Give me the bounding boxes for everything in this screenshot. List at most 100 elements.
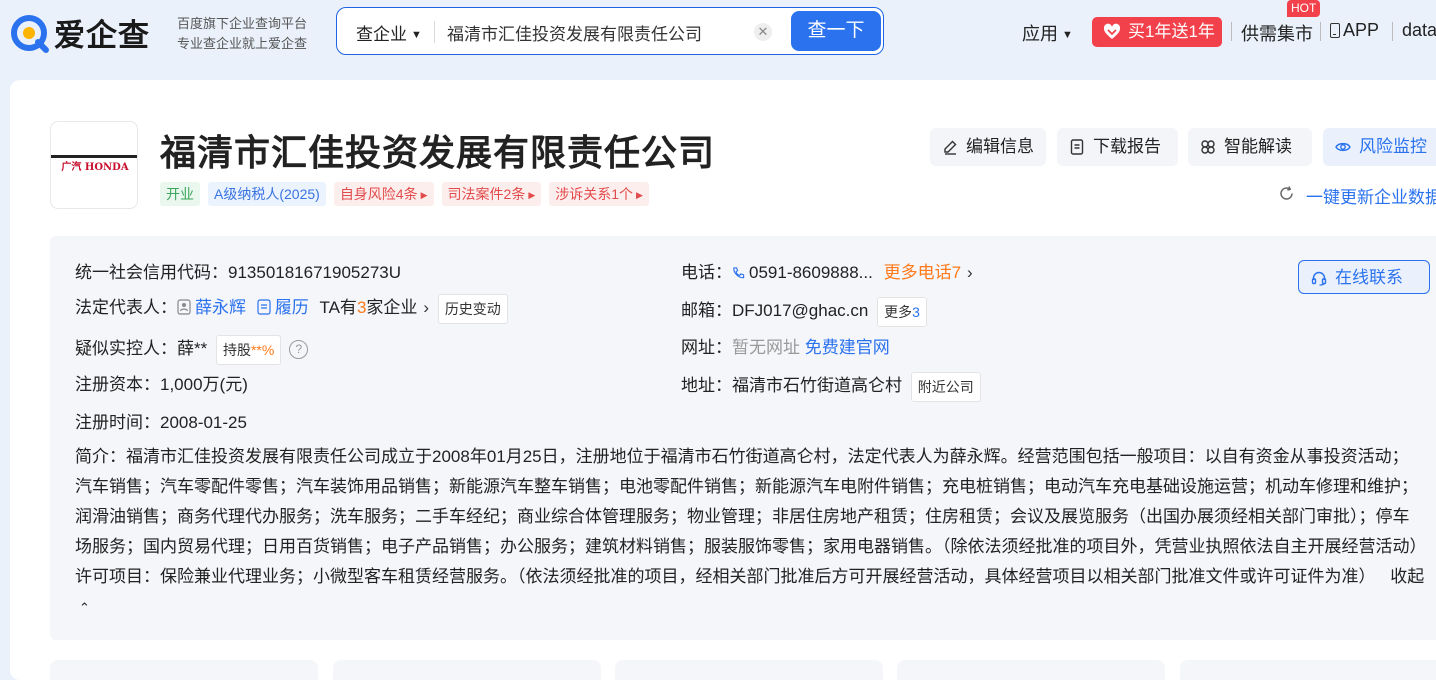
nav-app-link[interactable]: APP xyxy=(1330,20,1379,41)
address-row: 地址：福清市石竹街道高仑村 附近公司 xyxy=(681,371,981,402)
bottom-card xyxy=(50,660,318,680)
ai-analysis-label: 智能解读 xyxy=(1224,137,1292,156)
website-row: 网址：暂无网址 免费建官网 xyxy=(681,333,890,358)
refresh-data-link[interactable]: 一键更新企业数据 xyxy=(1278,183,1436,208)
ta-prefix: TA有 xyxy=(319,298,357,317)
logo-brand-text: 广汽 HONDA xyxy=(61,162,129,173)
controller-value[interactable]: 薛** xyxy=(177,339,207,358)
hot-badge: HOT xyxy=(1287,0,1321,17)
caret-right-icon: ▶ xyxy=(528,190,536,200)
document-icon xyxy=(1070,139,1084,155)
promo-button[interactable]: 买1年送1年 xyxy=(1092,17,1222,47)
more-emails-label: 更多 xyxy=(884,303,913,320)
capital-value: 1,000万(元) xyxy=(160,375,248,394)
judicial-label: 司法案件2条 xyxy=(447,186,526,202)
logo-text: 爱企查 xyxy=(54,18,150,54)
person-icon xyxy=(177,299,191,315)
search-input[interactable] xyxy=(445,17,749,47)
ta-count: 3 xyxy=(356,298,367,317)
capital-label: 注册资本： xyxy=(75,375,160,394)
legal-rep-link[interactable]: 薛永辉 xyxy=(195,298,246,317)
shareholding-label: 持股 xyxy=(222,341,251,358)
ai-analysis-button[interactable]: 智能解读 xyxy=(1188,128,1312,166)
caret-down-icon: ▼ xyxy=(411,29,422,41)
reg-date-label: 注册时间： xyxy=(75,413,160,432)
nav-divider xyxy=(1231,22,1232,41)
website-value: 暂无网址 xyxy=(732,338,800,357)
nav-data-link[interactable]: data xyxy=(1402,20,1436,41)
chevron-right-icon[interactable]: › xyxy=(967,263,973,283)
shareholding-box: 持股**% xyxy=(215,334,282,365)
bottom-card xyxy=(897,660,1165,680)
refresh-icon xyxy=(1280,186,1293,200)
company-intro: 简介：福清市汇佳投资发展有限责任公司成立于2008年01月25日，注册地位于福清… xyxy=(75,442,1425,623)
build-site-link[interactable]: 免费建官网 xyxy=(805,338,890,357)
self-risk-label: 自身风险4条 xyxy=(339,186,418,202)
promo-label: 买1年送1年 xyxy=(1128,22,1215,41)
phone-icon xyxy=(733,267,745,279)
slogan-line1: 百度旗下企业查询平台 xyxy=(177,16,308,31)
litigation-tag[interactable]: 涉诉关系1个 ▶ xyxy=(549,182,649,206)
more-phones-link[interactable]: 更多电话7 xyxy=(884,263,961,282)
collapse-label: 收起 xyxy=(1390,567,1425,586)
search-button[interactable]: 查一下 xyxy=(791,11,881,51)
more-phones-count: 7 xyxy=(951,263,962,282)
chevron-up-icon: ⌃ xyxy=(79,600,90,615)
heart-icon xyxy=(1103,23,1121,39)
ta-companies-link[interactable]: TA有3家企业 › xyxy=(319,298,429,317)
risk-monitor-label: 风险监控 xyxy=(1359,137,1427,156)
online-contact-label: 在线联系 xyxy=(1335,268,1403,287)
history-change-button[interactable]: 历史变动 xyxy=(437,293,508,324)
nav-divider xyxy=(1392,22,1393,41)
nav-supply-market[interactable]: 供需集市 xyxy=(1241,20,1313,46)
resume-link[interactable]: 履历 xyxy=(275,298,309,317)
site-logo[interactable]: 爱企查 xyxy=(10,12,160,54)
self-risk-tag[interactable]: 自身风险4条 ▶ xyxy=(333,182,434,206)
edit-icon xyxy=(944,140,957,155)
credit-code-value: 91350181671905273U xyxy=(228,263,402,282)
resume-icon xyxy=(257,299,271,315)
bottom-card xyxy=(333,660,601,680)
address-value: 福清市石竹街道高仑村 xyxy=(732,376,902,395)
slogan: 百度旗下企业查询平台 专业查企业就上爱企查 xyxy=(177,14,307,54)
capital-row: 注册资本：1,000万(元) xyxy=(75,370,248,395)
email-value[interactable]: DFJ017@ghac.cn xyxy=(732,301,868,320)
tax-badge[interactable]: A级纳税人(2025) xyxy=(208,182,326,206)
online-contact-button[interactable]: 在线联系 xyxy=(1298,260,1430,294)
caret-right-icon: ▶ xyxy=(636,190,643,200)
download-report-label: 下载报告 xyxy=(1093,137,1161,156)
risk-monitor-button[interactable]: 风险监控 xyxy=(1323,128,1436,166)
status-badge: 开业 xyxy=(160,182,200,206)
edit-info-button[interactable]: 编辑信息 xyxy=(930,128,1046,166)
search-divider xyxy=(434,21,435,43)
company-logo: 广汽 HONDA xyxy=(50,121,138,209)
edit-info-label: 编辑信息 xyxy=(966,137,1034,156)
controller-label: 疑似实控人： xyxy=(75,339,177,358)
litigation-label: 涉诉关系1个 xyxy=(555,186,634,202)
search-type-select[interactable]: 查企业 ▼ xyxy=(356,20,422,45)
nav-divider xyxy=(1320,22,1321,41)
chevron-right-icon: › xyxy=(423,298,430,317)
intro-text: 福清市汇佳投资发展有限责任公司成立于2008年01月25日，注册地位于福清市石竹… xyxy=(75,447,1418,586)
download-report-button[interactable]: 下载报告 xyxy=(1057,128,1178,166)
headset-icon xyxy=(1311,271,1327,286)
nav-apps-label: 应用 xyxy=(1022,24,1058,44)
controller-row: 疑似实控人：薛** 持股**%? xyxy=(75,334,309,365)
phone-app-icon xyxy=(1330,23,1340,38)
judicial-tag[interactable]: 司法案件2条 ▶ xyxy=(441,182,542,206)
phone-label: 电话： xyxy=(681,263,732,282)
phone-value[interactable]: 0591-8609888... xyxy=(749,263,873,282)
bottom-card xyxy=(615,660,883,680)
top-bar: 爱企查 百度旗下企业查询平台 专业查企业就上爱企查 查企业 ▼ ✕ 查一下 应用 ▼… xyxy=(0,0,1436,80)
bottom-card xyxy=(1180,660,1436,680)
nav-app-label: APP xyxy=(1343,20,1380,40)
more-emails-button[interactable]: 更多3 xyxy=(877,296,927,327)
nav-apps-menu[interactable]: 应用 ▼ xyxy=(1022,20,1073,46)
search-type-label: 查企业 xyxy=(356,25,407,44)
clear-icon[interactable]: ✕ xyxy=(754,23,772,41)
slogan-line2: 专业查企业就上爱企查 xyxy=(177,36,308,51)
help-icon[interactable]: ? xyxy=(289,340,309,360)
refresh-data-label: 一键更新企业数据 xyxy=(1306,188,1436,207)
nearby-companies-button[interactable]: 附近公司 xyxy=(910,371,981,402)
intro-label: 简介： xyxy=(75,447,126,466)
